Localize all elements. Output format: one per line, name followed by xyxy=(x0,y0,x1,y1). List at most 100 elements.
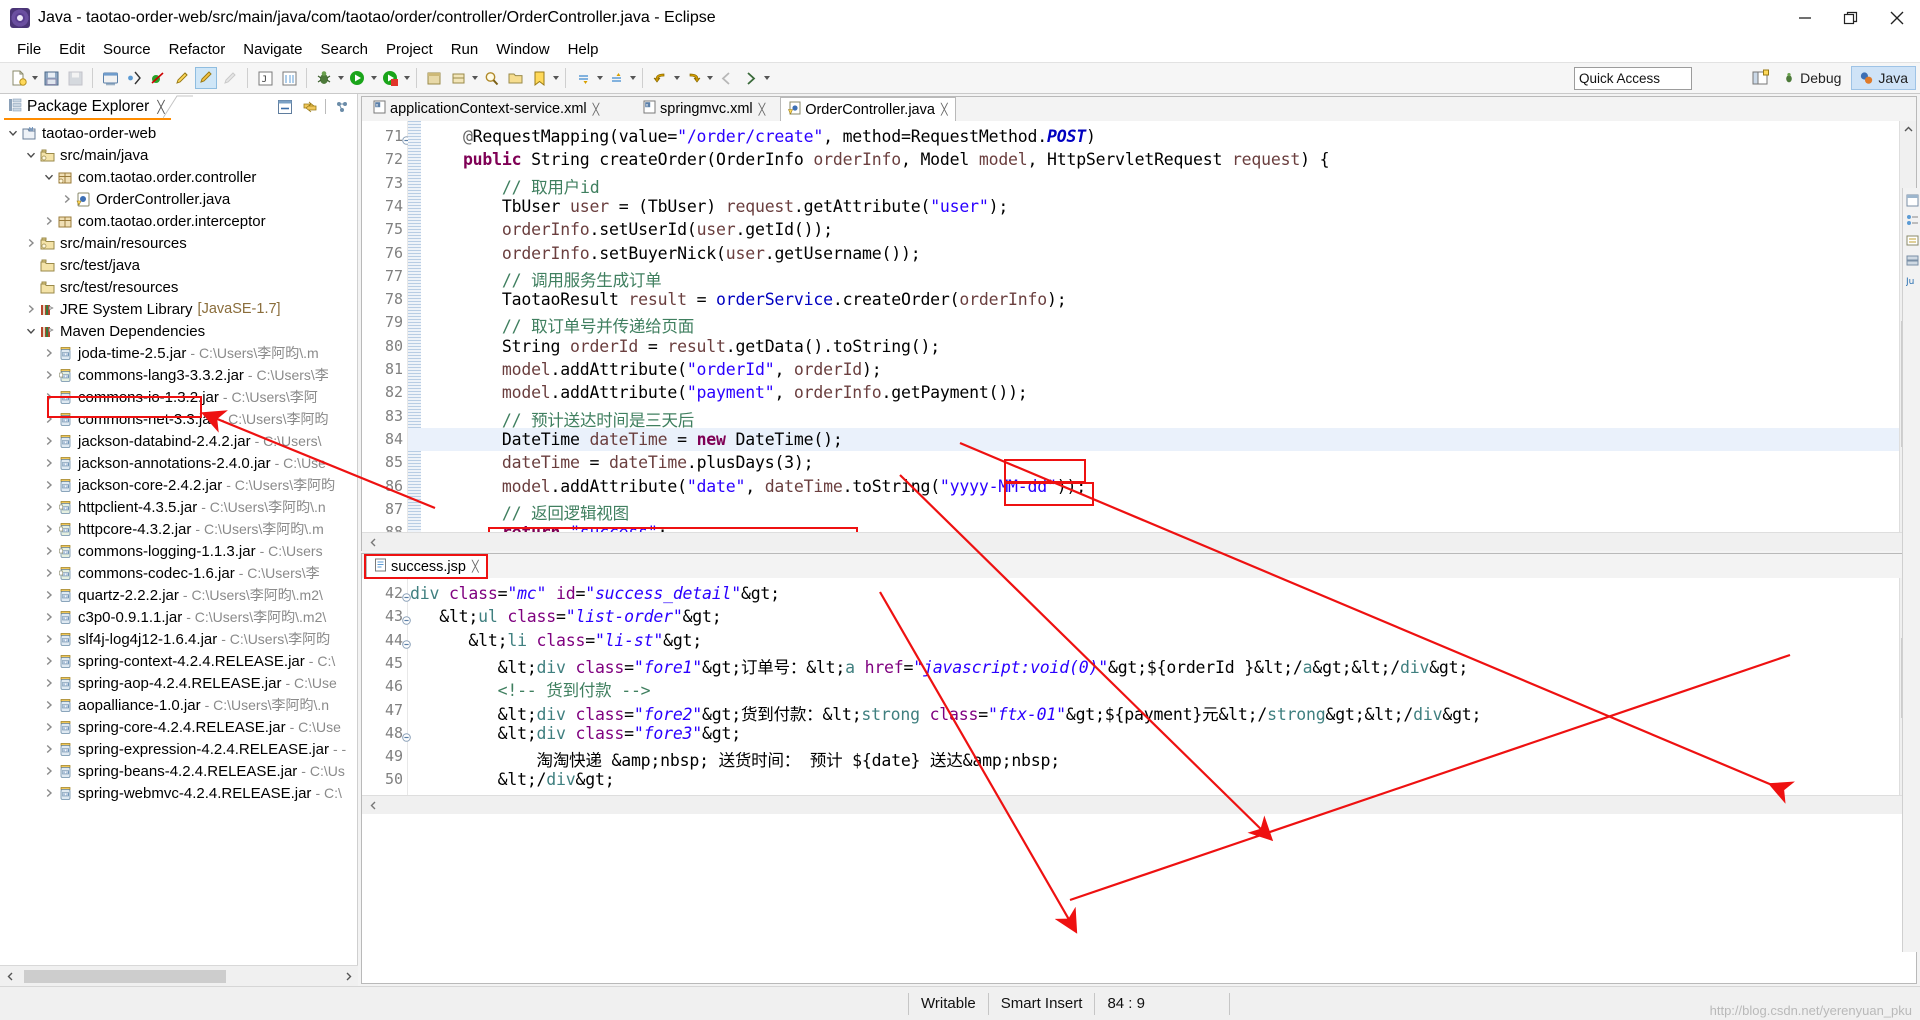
menu-refactor[interactable]: Refactor xyxy=(160,39,235,60)
twisty-icon[interactable] xyxy=(42,738,56,760)
tree-item[interactable]: 010 aopalliance-1.0.jar - C:\Users\李阿昀\.n xyxy=(0,694,357,716)
restore-button[interactable] xyxy=(1828,0,1874,36)
tree-item[interactable]: src/test/java xyxy=(0,254,357,276)
open-console-icon[interactable] xyxy=(99,67,121,89)
quick-access-input[interactable] xyxy=(1574,67,1692,90)
menu-file[interactable]: File xyxy=(8,39,50,60)
project-tree[interactable]: Mtaotao-order-web src/main/java com.taotao… xyxy=(0,120,357,964)
debug-dropdown-icon[interactable] xyxy=(336,67,345,89)
jsp-code-area[interactable]: 42 43 44 45 46 47 48 49 50 div class="mc" id="su… xyxy=(362,578,1916,814)
new-java-project-icon[interactable] xyxy=(423,67,445,89)
back-icon[interactable] xyxy=(649,67,671,89)
twisty-icon[interactable] xyxy=(42,650,56,672)
menu-project[interactable]: Project xyxy=(377,39,442,60)
tree-item[interactable]: 010 spring-context-4.2.4.RELEASE.jar - C:\ xyxy=(0,650,357,672)
open-type-icon[interactable]: J xyxy=(254,67,276,89)
twisty-icon[interactable] xyxy=(42,628,56,650)
twisty-icon[interactable] xyxy=(42,672,56,694)
twisty-icon[interactable] xyxy=(60,188,74,210)
twisty-icon[interactable] xyxy=(42,518,56,540)
close-icon[interactable]: ╳ xyxy=(472,560,479,573)
debug-icon[interactable] xyxy=(313,67,335,89)
perspective-java[interactable]: Java xyxy=(1851,66,1916,90)
menu-help[interactable]: Help xyxy=(559,39,608,60)
open-resource-icon[interactable] xyxy=(278,67,300,89)
twisty-icon[interactable] xyxy=(42,474,56,496)
bookmark-dropdown-icon[interactable] xyxy=(551,67,560,89)
java-code-area[interactable]: 717273747576777879808182838485868788 @Re… xyxy=(362,121,1916,551)
twisty-icon[interactable] xyxy=(42,496,56,518)
menu-source[interactable]: Source xyxy=(94,39,160,60)
twisty-icon[interactable] xyxy=(42,540,56,562)
scroll-up-icon[interactable] xyxy=(1900,121,1916,138)
twisty-icon[interactable] xyxy=(42,430,56,452)
tree-item[interactable]: src/main/resources xyxy=(0,232,357,254)
tree-item[interactable]: 010 slf4j-log4j12-1.6.4.jar - C:\Users\李阿昀 xyxy=(0,628,357,650)
tree-item[interactable]: 010 quartz-2.2.2.jar - C:\Users\李阿昀\.m2\ xyxy=(0,584,357,606)
tree-item[interactable]: JRE System Library [JavaSE-1.7] xyxy=(0,298,357,320)
menu-run[interactable]: Run xyxy=(442,39,488,60)
tree-item[interactable]: 010 spring-expression-4.2.4.RELEASE.jar - … xyxy=(0,738,357,760)
tree-item[interactable]: src/main/java xyxy=(0,144,357,166)
tree-item[interactable]: com.taotao.order.interceptor xyxy=(0,210,357,232)
twisty-icon[interactable] xyxy=(42,166,56,188)
next-annotation-icon[interactable] xyxy=(572,67,594,89)
restore-view-icon[interactable] xyxy=(1904,192,1920,208)
tree-item[interactable]: 010 jackson-annotations-2.4.0.jar - C:\Use xyxy=(0,452,357,474)
save-icon[interactable] xyxy=(40,67,62,89)
tree-item[interactable]: Maven Dependencies xyxy=(0,320,357,342)
coverage-icon[interactable] xyxy=(379,67,401,89)
jsp-editor-tab[interactable]: success.jsp ╳ xyxy=(366,554,487,578)
new-package-dropdown-icon[interactable] xyxy=(470,67,479,89)
java-editor-tab[interactable]: x applicationContext-service.xml ╳ xyxy=(366,97,607,121)
tab-package-explorer[interactable]: Package Explorer ╳ xyxy=(4,95,171,120)
back-dropdown-icon[interactable] xyxy=(672,67,681,89)
highlight-icon[interactable] xyxy=(195,67,217,89)
twisty-icon[interactable] xyxy=(24,320,38,342)
new-dropdown-icon[interactable] xyxy=(30,67,39,89)
pencil-icon[interactable] xyxy=(171,67,193,89)
bookmark-icon[interactable] xyxy=(528,67,550,89)
twisty-icon[interactable] xyxy=(42,408,56,430)
forward-icon[interactable] xyxy=(682,67,704,89)
outline-view-icon[interactable] xyxy=(1904,212,1920,228)
view-menu-icon[interactable] xyxy=(332,97,351,116)
scroll-left-icon[interactable] xyxy=(0,966,20,986)
forward-dropdown-icon[interactable] xyxy=(705,67,714,89)
search-icon[interactable] xyxy=(480,67,502,89)
scroll-track[interactable] xyxy=(20,969,338,983)
perspective-debug[interactable]: Debug xyxy=(1774,66,1849,90)
close-icon[interactable]: ╳ xyxy=(941,103,948,116)
tree-item[interactable]: 010 httpcore-4.3.2.jar - C:\Users\李阿昀\.m xyxy=(0,518,357,540)
tree-item[interactable]: 010 commons-logging-1.1.3.jar - C:\Users xyxy=(0,540,357,562)
tree-item[interactable]: 010 spring-beans-4.2.4.RELEASE.jar - C:\Us xyxy=(0,760,357,782)
tree-item[interactable]: 010 httpclient-4.3.5.jar - C:\Users\李阿昀\.n xyxy=(0,496,357,518)
scroll-left-icon[interactable] xyxy=(362,796,384,814)
history-dropdown-icon[interactable] xyxy=(762,67,771,89)
twisty-icon[interactable] xyxy=(42,452,56,474)
java-editor-tab[interactable]: OrderController.java ╳ xyxy=(780,97,956,121)
explorer-hscrollbar[interactable] xyxy=(0,965,358,986)
twisty-icon[interactable] xyxy=(42,342,56,364)
collapse-all-icon[interactable] xyxy=(275,97,294,116)
twisty-icon[interactable] xyxy=(24,276,38,298)
coverage-dropdown-icon[interactable] xyxy=(402,67,411,89)
prev-annotation-dropdown-icon[interactable] xyxy=(628,67,637,89)
scroll-thumb[interactable] xyxy=(24,969,226,983)
twisty-icon[interactable] xyxy=(42,694,56,716)
menu-window[interactable]: Window xyxy=(487,39,558,60)
new-icon[interactable] xyxy=(7,67,29,89)
twisty-icon[interactable] xyxy=(24,254,38,276)
twisty-icon[interactable] xyxy=(42,584,56,606)
tree-item[interactable]: 010 c3p0-0.9.1.1.jar - C:\Users\李阿昀\.m2\ xyxy=(0,606,357,628)
tree-item[interactable]: 010 spring-webmvc-4.2.4.RELEASE.jar - C:\ xyxy=(0,782,357,804)
link-with-editor-icon[interactable] xyxy=(300,97,319,116)
twisty-icon[interactable] xyxy=(42,760,56,782)
tree-item[interactable]: 010 commons-io-1.3.2.jar - C:\Users\李阿 xyxy=(0,386,357,408)
tree-item[interactable]: 010 spring-aop-4.2.4.RELEASE.jar - C:\Use xyxy=(0,672,357,694)
twisty-icon[interactable] xyxy=(6,122,20,144)
scroll-right-icon[interactable] xyxy=(338,966,358,986)
junit-view-icon[interactable]: Ju xyxy=(1904,272,1920,288)
twisty-icon[interactable] xyxy=(42,210,56,232)
twisty-icon[interactable] xyxy=(24,144,38,166)
